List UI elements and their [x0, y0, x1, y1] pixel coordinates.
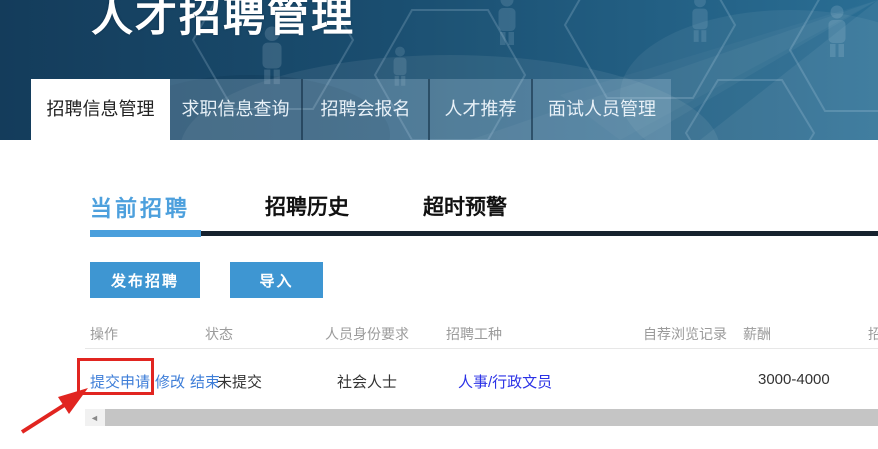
table-header-divider: [85, 348, 878, 349]
row-status: 未提交: [217, 371, 262, 392]
subtab-current-recruit[interactable]: 当前招聘: [90, 191, 190, 223]
main-tab-bar: 招聘信息管理 求职信息查询 招聘会报名 人才推荐 面试人员管理: [31, 79, 671, 140]
col-header-self-recommend-views: 自荐浏览记录: [643, 324, 727, 344]
scrollbar-left-arrow-icon[interactable]: ◄: [85, 409, 104, 426]
submit-application-link[interactable]: 提交申请: [90, 374, 150, 391]
page-title: 人才招聘管理: [91, 0, 355, 44]
horizontal-scrollbar[interactable]: ◄: [85, 409, 878, 426]
subtab-timeout-warning[interactable]: 超时预警: [423, 191, 507, 221]
tab-job-fair-signup[interactable]: 招聘会报名: [301, 79, 428, 140]
col-header-identity-requirement: 人员身份要求: [325, 324, 409, 344]
tab-talent-recommend[interactable]: 人才推荐: [428, 79, 531, 140]
subtab-recruit-history[interactable]: 招聘历史: [265, 191, 349, 221]
app-window: 人才招聘管理 招聘信息管理 求职信息查询 招聘会报名 人才推荐 面试人员管理 当…: [0, 0, 878, 449]
publish-recruit-button[interactable]: 发布招聘: [90, 262, 200, 298]
tab-interviewee-mgmt[interactable]: 面试人员管理: [531, 79, 671, 140]
col-header-operation: 操作: [90, 324, 118, 344]
active-subtab-indicator: [90, 230, 201, 237]
row-job-type: 人事/行政文员: [458, 371, 552, 392]
col-header-status: 状态: [205, 324, 233, 344]
end-link[interactable]: 结束: [190, 374, 220, 391]
tab-recruit-info-mgmt[interactable]: 招聘信息管理: [31, 79, 170, 140]
col-header-job-type: 招聘工种: [446, 324, 502, 344]
hero-header: 人才招聘管理 招聘信息管理 求职信息查询 招聘会报名 人才推荐 面试人员管理: [0, 0, 878, 140]
col-header-salary: 薪酬: [743, 324, 771, 344]
row-salary: 3000-4000: [758, 371, 830, 388]
scrollbar-thumb[interactable]: [105, 409, 878, 426]
row-identity-requirement: 社会人士: [337, 371, 397, 392]
col-header-clipped: 招: [868, 324, 878, 344]
subtab-divider-line: [201, 231, 878, 236]
job-type-link[interactable]: 人事/行政文员: [458, 374, 552, 391]
tab-job-seek-query[interactable]: 求职信息查询: [170, 79, 301, 140]
row-action-links: 提交申请修改结束: [90, 371, 225, 392]
import-button[interactable]: 导入: [230, 262, 323, 298]
modify-link[interactable]: 修改: [155, 374, 185, 391]
